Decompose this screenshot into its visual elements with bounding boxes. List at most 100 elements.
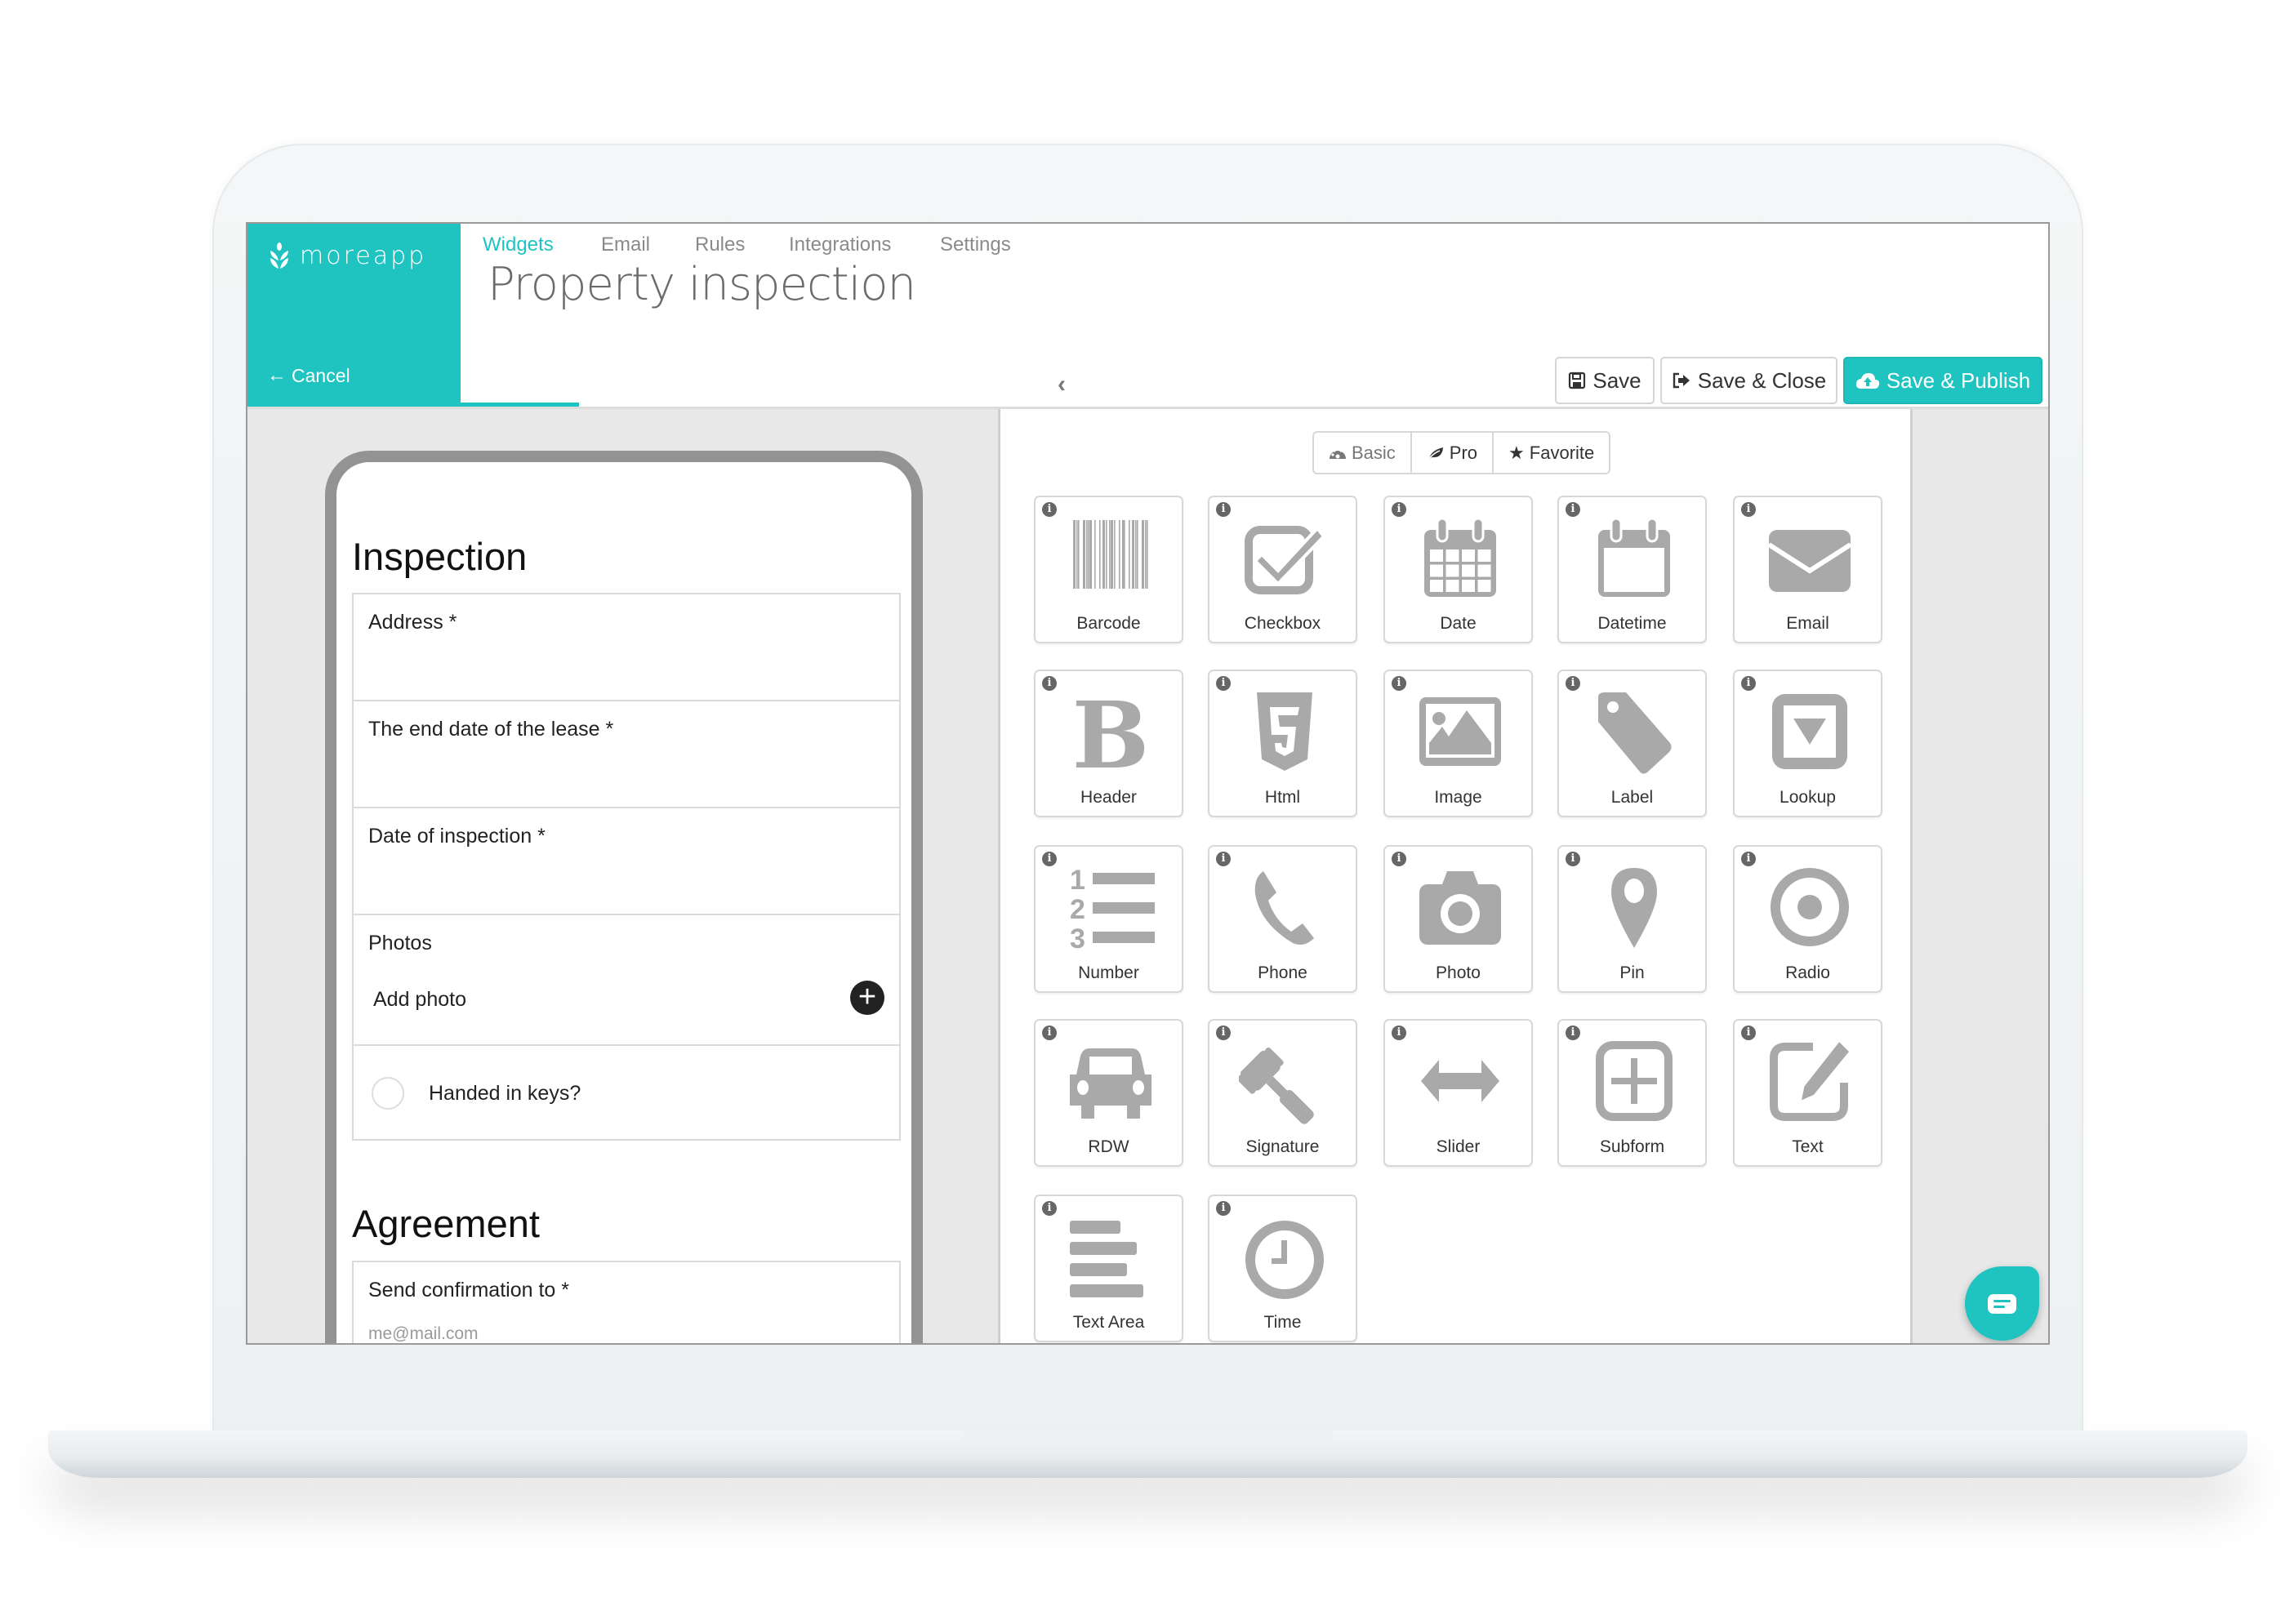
widget-label: Html [1264,788,1301,807]
keys-checkbox[interactable] [372,1077,404,1110]
widget-tile-signature[interactable]: i Signature [1208,1019,1357,1167]
floppy-icon [1569,372,1586,389]
barcode-icon [1073,520,1148,589]
form-field-address[interactable]: Address * [352,593,901,701]
widget-tile-lookup[interactable]: i Lookup [1733,670,1882,817]
info-icon[interactable]: i [1042,852,1057,866]
add-photo-label: Add photo [373,988,466,1011]
info-icon[interactable]: i [1741,1026,1756,1040]
widget-tile-radio[interactable]: i Radio [1733,845,1882,993]
brand-panel: moreapp ← Cancel [247,224,461,407]
save-close-button[interactable]: Save & Close [1660,357,1837,404]
info-icon[interactable]: i [1392,676,1406,691]
save-publish-button[interactable]: Save & Publish [1843,357,2042,404]
radio-icon [1771,868,1849,946]
widget-tile-html[interactable]: i Html [1208,670,1357,817]
widget-label: Phone [1258,963,1307,982]
widget-tile-header[interactable]: i B Header [1034,670,1183,817]
widget-tile-pin[interactable]: i Pin [1557,845,1707,993]
widget-tile-label[interactable]: i Label [1557,670,1707,817]
widget-tile-text[interactable]: i Text [1733,1019,1882,1167]
sign-out-icon [1673,372,1690,389]
tab-widgets[interactable]: Widgets [483,224,554,268]
widget-tile-image[interactable]: i Image [1383,670,1533,817]
widget-tile-photo[interactable]: i Photo [1383,845,1533,993]
widget-tile-number[interactable]: i 1 2 3 Number [1034,845,1183,993]
widget-label: Time [1263,1313,1302,1332]
widget-tile-checkbox[interactable]: i Checkbox [1208,496,1357,643]
tab-rules[interactable]: Rules [695,224,745,268]
tab-settings[interactable]: Settings [940,224,1011,268]
widget-label: Email [1786,614,1829,633]
widget-label: Slider [1436,1137,1481,1156]
widget-tile-phone[interactable]: i Phone [1208,845,1357,993]
info-icon[interactable]: i [1042,1026,1057,1040]
filter-basic[interactable]: Basic [1314,433,1412,473]
widget-label: Checkbox [1244,614,1321,633]
phone-icon [1254,871,1314,945]
info-icon[interactable]: i [1216,1026,1231,1040]
brand-logo[interactable]: moreapp [269,242,426,270]
add-photo-button[interactable]: + [850,981,884,1015]
gavel-icon [1239,1047,1314,1124]
info-icon[interactable]: i [1566,676,1580,691]
tab-email[interactable]: Email [601,224,650,268]
widget-tile-barcode[interactable]: i Barcode [1034,496,1183,643]
save-button[interactable]: Save [1555,357,1655,404]
info-icon[interactable]: i [1566,852,1580,866]
filter-favorite[interactable]: ★ Favorite [1494,433,1609,473]
form-field-handed-in-keys: Handed in keys? [352,1044,901,1141]
info-icon[interactable]: i [1042,676,1057,691]
wheat-logo-icon [270,242,288,269]
chat-button[interactable] [1965,1266,2039,1341]
form-field-lease-end-date[interactable]: The end date of the lease * [352,700,901,808]
widget-tile-rdw[interactable]: i RDW [1034,1019,1183,1167]
widget-tile-datetime[interactable]: i Datetime [1557,496,1707,643]
info-icon[interactable]: i [1392,852,1406,866]
filter-label: Pro [1449,442,1478,463]
brand-name: moreapp [300,242,427,270]
widget-tile-date[interactable]: i Date [1383,496,1533,643]
form-field-send-confirmation[interactable]: Send confirmation to * me@mail.com [352,1261,901,1343]
form-field-inspection-date[interactable]: Date of inspection * [352,807,901,915]
widget-label: Pin [1619,963,1645,982]
chevron-left-icon[interactable]: ‹ [1058,371,1066,398]
info-icon[interactable]: i [1042,502,1057,517]
info-icon[interactable]: i [1392,1026,1406,1040]
info-icon[interactable]: i [1042,1201,1057,1216]
info-icon[interactable]: i [1216,852,1231,866]
section-title-inspection: Inspection [352,535,528,578]
widget-label: Header [1080,788,1137,807]
info-icon[interactable]: i [1566,502,1580,517]
info-icon[interactable]: i [1566,1026,1580,1040]
calendar-blank-icon [1598,517,1670,597]
info-icon[interactable]: i [1216,502,1231,517]
widget-tile-text-area[interactable]: i Text Area [1034,1195,1183,1342]
widget-tile-slider[interactable]: i Slider [1383,1019,1533,1167]
plus-square-icon [1596,1041,1673,1121]
info-icon[interactable]: i [1392,502,1406,517]
widget-label: Subform [1599,1137,1665,1156]
widget-label: Barcode [1076,614,1141,633]
align-left-icon [1070,1221,1143,1297]
widget-tile-subform[interactable]: i Subform [1557,1019,1707,1167]
filter-pro[interactable]: Pro [1412,433,1494,473]
clock-icon [1245,1221,1324,1299]
info-icon[interactable]: i [1216,1201,1231,1216]
widget-label: Photo [1436,963,1481,982]
star-icon: ★ [1508,442,1525,463]
info-icon[interactable]: i [1741,676,1756,691]
html5-icon [1257,692,1312,771]
camera-icon [1419,871,1501,945]
info-icon[interactable]: i [1216,676,1231,691]
edit-icon [1770,1038,1853,1121]
info-icon[interactable]: i [1741,852,1756,866]
widget-panel: Basic Pro ★ Favorite i Barcode i Checkbox i D… [998,409,1913,1343]
tab-integrations[interactable]: Integrations [789,224,891,268]
widget-label: Text [1792,1137,1824,1156]
info-icon[interactable]: i [1741,502,1756,517]
widget-tile-email[interactable]: i Email [1733,496,1882,643]
widget-label: Text Area [1072,1313,1145,1332]
cancel-link[interactable]: ← Cancel [267,364,350,387]
widget-tile-time[interactable]: i Time [1208,1195,1357,1342]
